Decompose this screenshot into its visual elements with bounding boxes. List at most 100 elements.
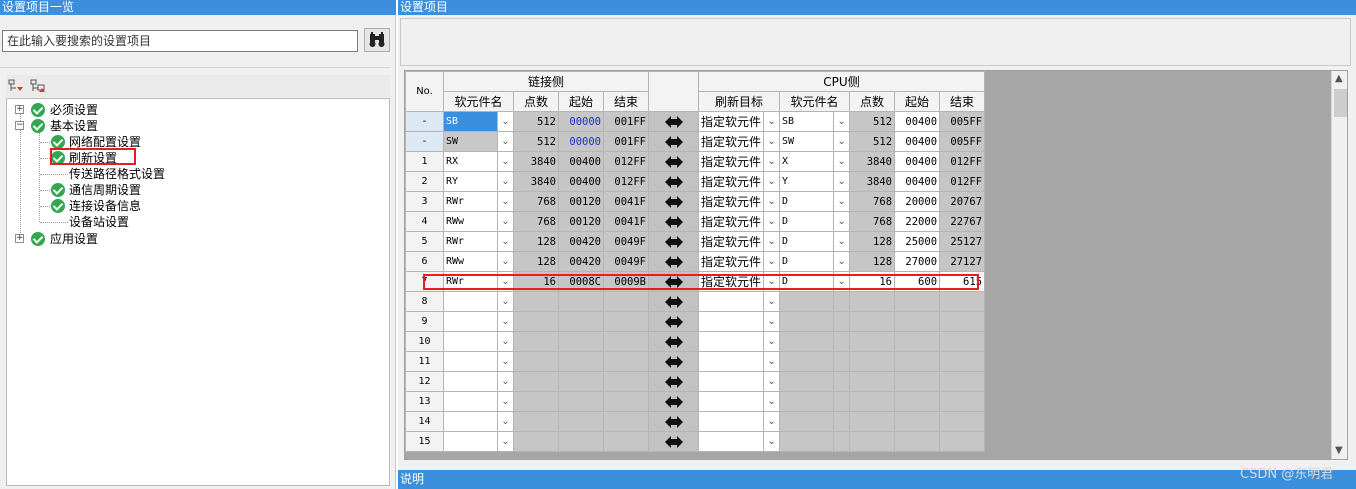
tree-item-connected-device[interactable]: 连接设备信息 [69,198,141,214]
link-device-select[interactable]: RWw [443,211,498,232]
dropdown-arrow-icon[interactable]: ⌄ [763,291,781,312]
dropdown-arrow-icon[interactable]: ⌄ [833,191,851,212]
dropdown-arrow-icon[interactable]: ⌄ [763,371,781,392]
dropdown-arrow-icon[interactable]: ⌄ [833,151,851,172]
cpu-device-select[interactable]: D [779,251,835,272]
dropdown-arrow-icon[interactable]: ⌄ [763,311,781,332]
dropdown-arrow-icon[interactable]: ⌄ [833,211,851,232]
link-device-select[interactable] [443,371,498,392]
cpu-device-select[interactable] [779,291,835,312]
link-device-select[interactable]: RWr [443,231,498,252]
refresh-target-select[interactable]: 指定软元件 [697,231,765,252]
refresh-target-select[interactable] [697,411,765,432]
dropdown-arrow-icon[interactable]: ⌄ [763,131,781,152]
dropdown-arrow-icon[interactable]: ⌄ [497,111,514,132]
link-device-select[interactable] [443,431,498,452]
tree-item-comm-cycle[interactable]: 通信周期设置 [69,182,141,198]
cpu-device-select[interactable] [779,351,835,372]
dropdown-arrow-icon[interactable]: ⌄ [497,411,514,432]
dropdown-arrow-icon[interactable] [833,431,851,452]
expand-all-icon[interactable] [8,79,24,94]
dropdown-arrow-icon[interactable]: ⌄ [497,291,514,312]
cpu-start[interactable] [894,331,941,352]
link-device-select[interactable] [443,291,498,312]
dropdown-arrow-icon[interactable]: ⌄ [763,151,781,172]
cpu-device-select[interactable]: D [779,211,835,232]
cpu-device-select[interactable] [779,411,835,432]
dropdown-arrow-icon[interactable]: ⌄ [497,251,514,272]
cpu-device-select[interactable]: D [779,231,835,252]
cpu-start[interactable]: 00400 [894,131,941,152]
refresh-target-select[interactable] [697,391,765,412]
link-device-select[interactable] [443,311,498,332]
dropdown-arrow-icon[interactable] [833,291,851,312]
cpu-device-select[interactable] [779,311,835,332]
dropdown-arrow-icon[interactable]: ⌄ [497,351,514,372]
dropdown-arrow-icon[interactable]: ⌄ [497,171,514,192]
dropdown-arrow-icon[interactable] [833,411,851,432]
dropdown-arrow-icon[interactable] [833,311,851,332]
link-device-select[interactable] [443,391,498,412]
dropdown-arrow-icon[interactable]: ⌄ [833,171,851,192]
cpu-device-select[interactable]: X [779,151,835,172]
dropdown-arrow-icon[interactable]: ⌄ [763,411,781,432]
vertical-scrollbar[interactable]: ▲ ▼ [1331,71,1347,459]
refresh-target-select[interactable]: 指定软元件 [697,131,765,152]
cpu-start[interactable]: 22000 [894,211,941,232]
cpu-device-select[interactable] [779,391,835,412]
dropdown-arrow-icon[interactable]: ⌄ [497,211,514,232]
refresh-target-select[interactable]: 指定软元件 [697,171,765,192]
dropdown-arrow-icon[interactable]: ⌄ [497,131,514,152]
tree-item-basic[interactable]: 基本设置 [50,118,98,134]
dropdown-arrow-icon[interactable]: ⌄ [497,331,514,352]
dropdown-arrow-icon[interactable] [833,391,851,412]
cpu-device-select[interactable] [779,371,835,392]
cpu-start[interactable]: 25000 [894,231,941,252]
dropdown-arrow-icon[interactable] [833,351,851,372]
search-button[interactable] [364,28,390,52]
expand-toggle[interactable]: + [15,105,24,114]
dropdown-arrow-icon[interactable]: ⌄ [763,391,781,412]
link-device-select[interactable]: RY [443,171,498,192]
search-input[interactable]: 在此输入要搜索的设置项目 [2,30,358,52]
expand-toggle[interactable]: + [15,234,24,243]
cpu-start[interactable]: 00400 [894,171,941,192]
dropdown-arrow-icon[interactable]: ⌄ [763,331,781,352]
dropdown-arrow-icon[interactable]: ⌄ [763,251,781,272]
cpu-device-select[interactable]: SW [779,131,835,152]
dropdown-arrow-icon[interactable]: ⌄ [833,131,851,152]
cpu-start[interactable]: 20000 [894,191,941,212]
dropdown-arrow-icon[interactable]: ⌄ [763,191,781,212]
scrollbar-thumb[interactable] [1334,89,1347,117]
link-device-select[interactable]: SW [443,131,498,152]
refresh-target-select[interactable]: 指定软元件 [697,111,765,132]
dropdown-arrow-icon[interactable]: ⌄ [497,311,514,332]
dropdown-arrow-icon[interactable]: ⌄ [497,371,514,392]
refresh-target-select[interactable] [697,351,765,372]
refresh-target-select[interactable] [697,291,765,312]
cpu-start[interactable] [894,391,941,412]
cpu-start[interactable]: 00400 [894,151,941,172]
link-device-select[interactable]: SB [443,111,498,132]
dropdown-arrow-icon[interactable]: ⌄ [497,391,514,412]
dropdown-arrow-icon[interactable]: ⌄ [763,351,781,372]
cpu-start[interactable]: 27000 [894,251,941,272]
link-device-select[interactable]: RWw [443,251,498,272]
refresh-target-select[interactable] [697,371,765,392]
refresh-target-select[interactable] [697,331,765,352]
dropdown-arrow-icon[interactable] [833,371,851,392]
cpu-start[interactable] [894,431,941,452]
dropdown-arrow-icon[interactable]: ⌄ [497,231,514,252]
dropdown-arrow-icon[interactable]: ⌄ [833,231,851,252]
link-device-select[interactable] [443,411,498,432]
dropdown-arrow-icon[interactable]: ⌄ [763,211,781,232]
tree-item-transfer-path[interactable]: 传送路径格式设置 [69,166,165,182]
scroll-down-icon[interactable]: ▼ [1335,445,1343,456]
cpu-device-select[interactable]: SB [779,111,835,132]
dropdown-arrow-icon[interactable]: ⌄ [833,111,851,132]
scroll-up-icon[interactable]: ▲ [1335,73,1343,84]
cpu-start[interactable] [894,411,941,432]
dropdown-arrow-icon[interactable]: ⌄ [497,151,514,172]
dropdown-arrow-icon[interactable] [833,331,851,352]
dropdown-arrow-icon[interactable]: ⌄ [763,111,781,132]
